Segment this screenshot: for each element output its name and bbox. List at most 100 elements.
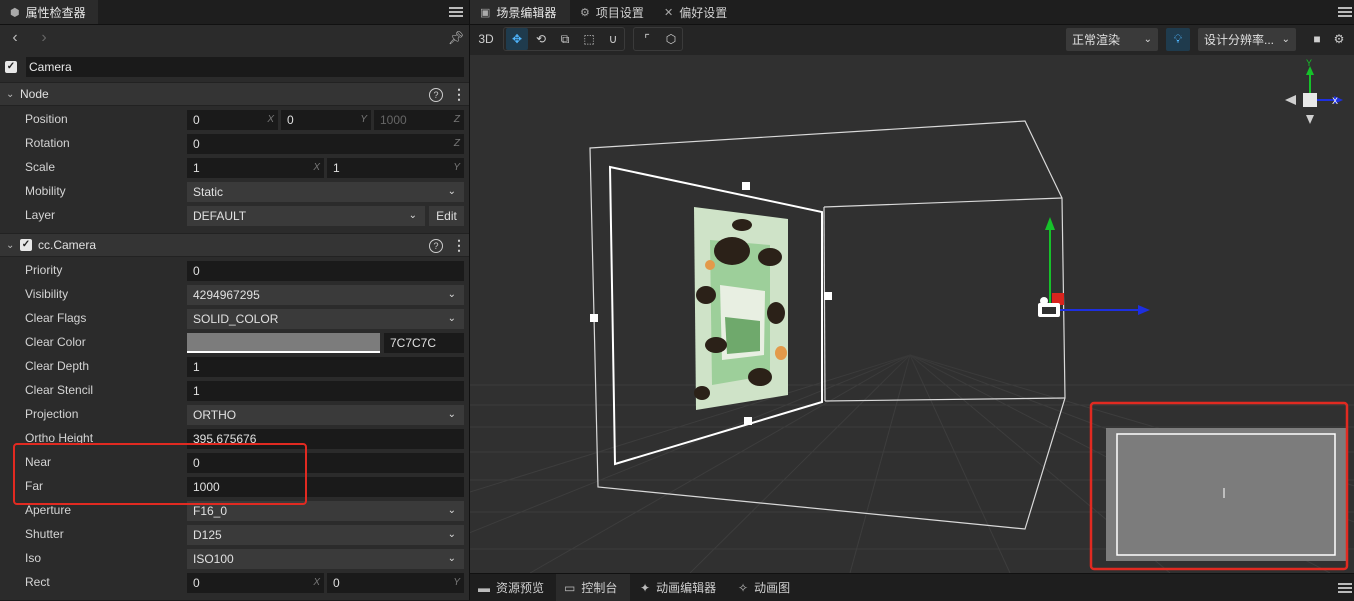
inspector-icon: ⬢ (10, 6, 20, 19)
tab-inspector[interactable]: ⬢ 属性检查器 (0, 0, 98, 24)
tab-project-settings[interactable]: ⚙ 项目设置 (570, 0, 654, 24)
clear-stencil-label: Clear Stencil (25, 383, 94, 397)
rotation-label: Rotation (25, 136, 70, 150)
chevron-down-icon: ⌄ (447, 289, 456, 300)
rect-tool-button[interactable]: ⬚ (578, 28, 600, 50)
back-icon[interactable]: ‹ (5, 29, 25, 49)
node-active-checkbox[interactable]: ✓ (5, 61, 17, 73)
position-x-input[interactable]: 0X (187, 110, 278, 130)
component-enabled-checkbox[interactable]: ✓ (20, 239, 32, 251)
scale-x-input[interactable]: 1X (187, 158, 324, 178)
kebab-menu-icon[interactable]: ⋮ (452, 86, 466, 103)
panel-menu-icon[interactable] (449, 7, 463, 17)
rect-x-input[interactable]: 0X (187, 573, 324, 593)
bottom-tabbar: ▬ 资源预览 ▭ 控制台 ✦ 动画编辑器 ✧ 动画图 (470, 573, 1354, 601)
help-icon[interactable]: ? (429, 88, 443, 102)
visibility-select[interactable]: 4294967295 ⌄ (187, 285, 464, 305)
clear-color-hex-input[interactable]: 7C7C7C (384, 333, 464, 353)
orientation-gizmo[interactable]: Y X (1285, 58, 1343, 124)
scale-tool-button[interactable]: ⧉ (554, 28, 576, 50)
tab-animation-graph[interactable]: ✧ 动画图 (730, 574, 802, 601)
projection-label: Projection (25, 407, 79, 421)
frustum-handle-bottom[interactable] (744, 417, 752, 425)
rotate-icon: ⟲ (535, 32, 547, 46)
clear-color-label: Clear Color (25, 335, 86, 349)
transform-gizmo[interactable] (1038, 217, 1150, 317)
scene-viewport[interactable]: Y X (470, 55, 1354, 573)
clear-depth-label: Clear Depth (25, 359, 90, 373)
inspector-tabbar: ⬢ 属性检查器 (0, 0, 469, 25)
chevron-down-icon: ⌄ (447, 409, 456, 420)
visibility-label: Visibility (25, 287, 69, 301)
help-icon[interactable]: ? (429, 239, 443, 253)
tab-inspector-label: 属性检查器 (25, 5, 86, 20)
panel-menu-icon[interactable] (1338, 7, 1352, 17)
move-icon: ✥ (511, 32, 523, 46)
clear-depth-input[interactable]: 1 (187, 357, 464, 377)
scene-settings-button[interactable]: ⚙ (1328, 28, 1350, 50)
collapse-arrow-icon[interactable]: ⌄ (6, 89, 18, 100)
coordinate-button[interactable]: ⬡ (660, 28, 682, 50)
iso-select[interactable]: ISO100 ⌄ (187, 549, 464, 569)
tab-preferences[interactable]: ✕ 偏好设置 (654, 0, 740, 24)
toggle-3d-button[interactable]: 3D (474, 28, 498, 50)
section-camera-title: cc.Camera (38, 238, 97, 252)
inspector-nav: ‹ › 📌︎ (0, 25, 469, 52)
node-name-input[interactable]: Camera (26, 57, 464, 77)
rotation-z-input[interactable]: 0Z (187, 134, 464, 154)
projection-select[interactable]: ORTHO ⌄ (187, 405, 464, 425)
clear-stencil-input[interactable]: 1 (187, 381, 464, 401)
tab-animation-editor[interactable]: ✦ 动画编辑器 (632, 574, 728, 601)
gear-icon: ⚙ (580, 6, 590, 19)
priority-input[interactable]: 0 (187, 261, 464, 281)
frustum-handle-left[interactable] (590, 314, 598, 322)
chevron-down-icon: ⌄ (1281, 34, 1290, 45)
camera-preview (1106, 428, 1346, 561)
forward-icon[interactable]: › (34, 29, 54, 49)
cube-icon: ⬡ (665, 32, 677, 46)
position-y-input[interactable]: 0Y (281, 110, 371, 130)
snap-tool-button[interactable]: ∪ (602, 28, 624, 50)
chevron-down-icon: ⌄ (447, 313, 456, 324)
kebab-menu-icon[interactable]: ⋮ (452, 237, 466, 254)
camera-settings-button[interactable]: ■ (1306, 28, 1328, 50)
layer-select[interactable]: DEFAULT ⌄ (187, 206, 425, 226)
section-node[interactable]: ⌄ Node ? ⋮ (0, 82, 469, 106)
sprite-image[interactable] (694, 207, 788, 410)
frustum-handle-top[interactable] (742, 182, 750, 190)
tab-console[interactable]: ▭ 控制台 (556, 574, 630, 601)
shutter-select[interactable]: D125 ⌄ (187, 525, 464, 545)
collapse-arrow-icon[interactable]: ⌄ (6, 240, 18, 251)
folder-icon: ▬ (478, 580, 490, 595)
pivot-button[interactable]: ⌜ (636, 28, 658, 50)
console-icon: ▭ (564, 580, 576, 595)
chevron-down-icon: ⌄ (447, 553, 456, 564)
chevron-down-icon: ⌄ (447, 186, 456, 197)
pivot-icon: ⌜ (644, 32, 650, 46)
tab-asset-preview[interactable]: ▬ 资源预览 (470, 574, 556, 601)
scale-label: Scale (25, 160, 56, 174)
panel-menu-icon[interactable] (1338, 583, 1352, 593)
scale-y-input[interactable]: 1Y (327, 158, 464, 178)
section-node-title: Node (20, 87, 49, 101)
mobility-select[interactable]: Static ⌄ (187, 182, 464, 202)
scene-tabbar: ▣ 场景编辑器 ⚙ 项目设置 ✕ 偏好设置 (470, 0, 1354, 25)
near-far-highlight-box (13, 443, 307, 505)
lighting-toggle-button[interactable]: 💡︎ (1166, 28, 1190, 51)
clear-flags-select[interactable]: SOLID_COLOR ⌄ (187, 309, 464, 329)
section-cc-camera[interactable]: ⌄ ✓ cc.Camera ? ⋮ (0, 233, 469, 257)
tab-scene-editor[interactable]: ▣ 场景编辑器 (470, 0, 570, 24)
scene-canvas[interactable]: Y X (470, 55, 1354, 573)
move-tool-button[interactable]: ✥ (506, 28, 528, 50)
render-mode-dropdown[interactable]: 正常渲染 ⌄ (1066, 28, 1158, 51)
rect-y-input[interactable]: 0Y (327, 573, 464, 593)
layer-edit-button[interactable]: Edit (429, 206, 464, 226)
clear-color-swatch[interactable] (187, 333, 380, 353)
rotate-tool-button[interactable]: ⟲ (530, 28, 552, 50)
pin-icon[interactable]: 📌︎ (446, 29, 466, 49)
rect-label: Rect (25, 575, 50, 589)
chevron-down-icon: ⌄ (447, 505, 456, 516)
position-z-input[interactable]: 1000 Z (374, 110, 464, 130)
frustum-handle-right[interactable] (824, 292, 832, 300)
resolution-dropdown[interactable]: 设计分辨率... ⌄ (1198, 28, 1296, 51)
